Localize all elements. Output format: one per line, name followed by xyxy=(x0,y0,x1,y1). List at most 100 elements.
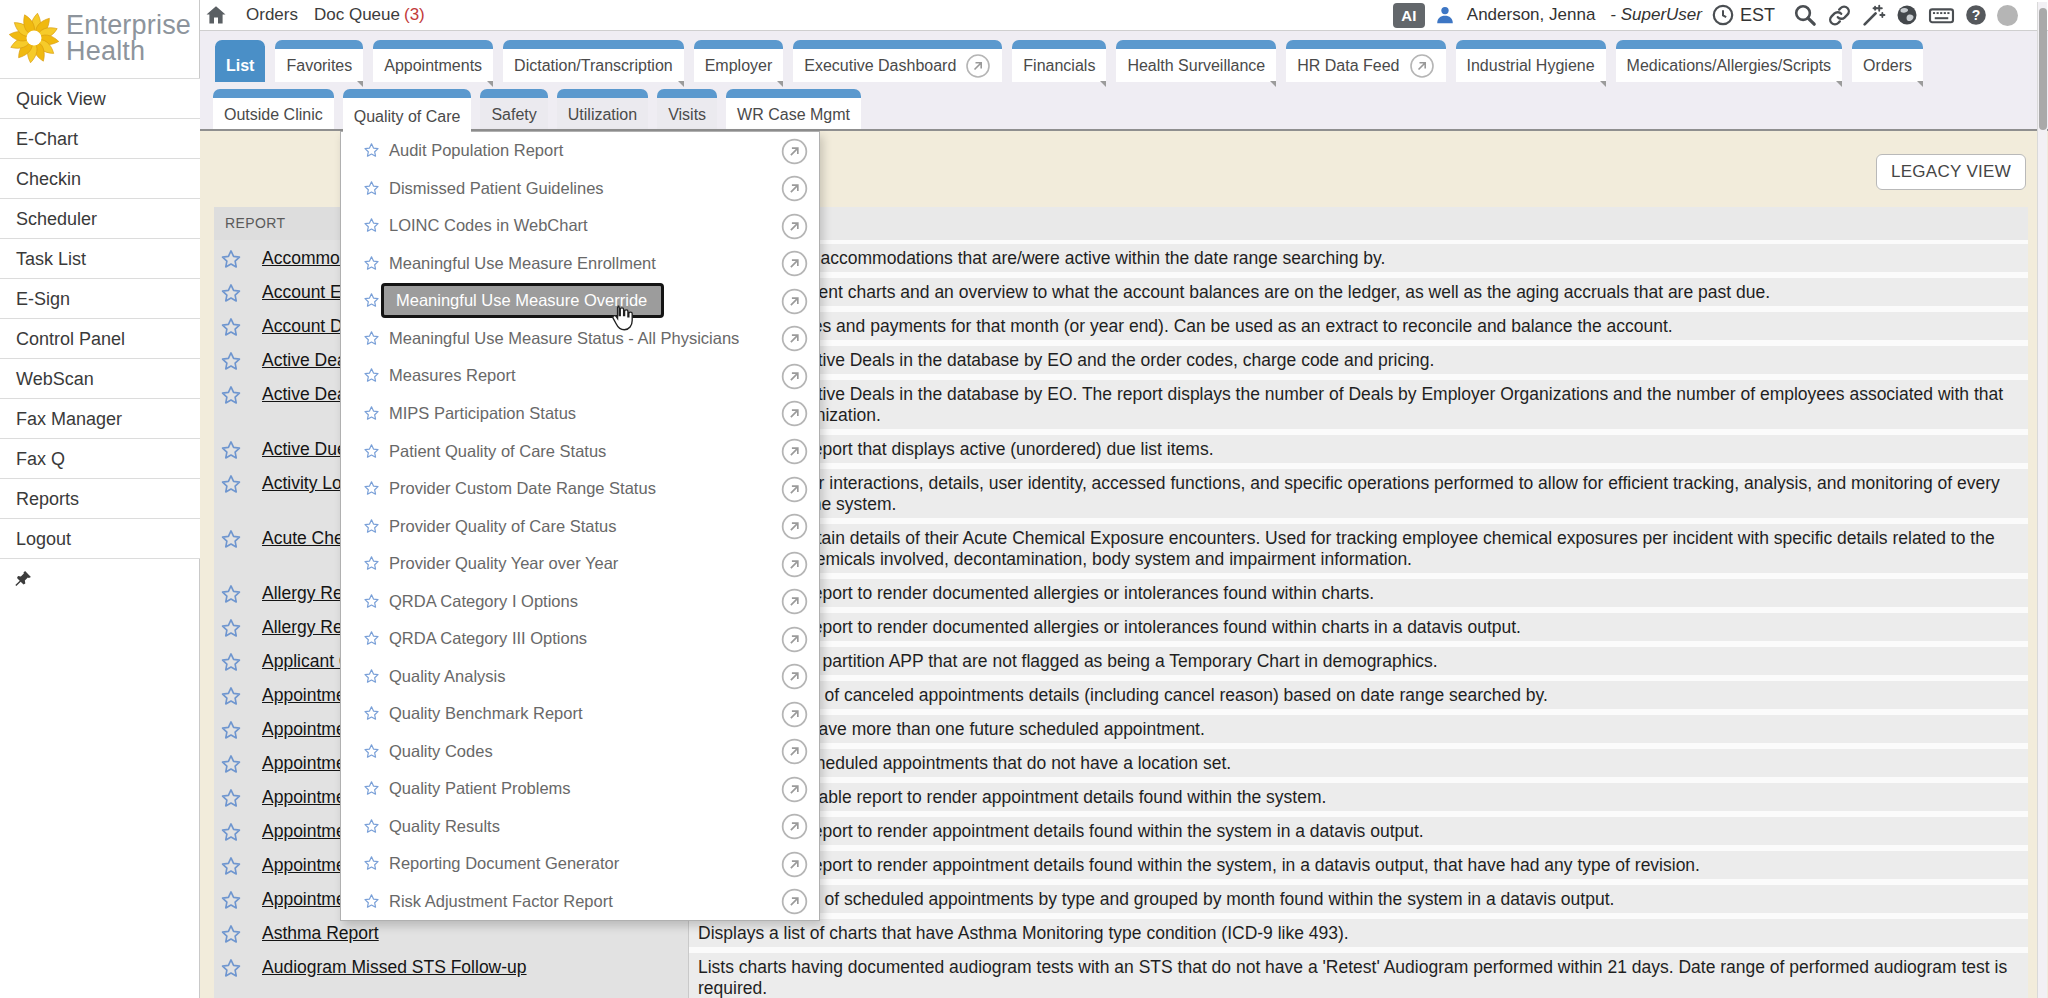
favorite-star-icon[interactable] xyxy=(220,752,242,777)
open-report-icon[interactable] xyxy=(781,363,808,394)
favorite-star-icon[interactable] xyxy=(220,247,242,272)
star-icon[interactable] xyxy=(363,367,380,384)
star-icon[interactable] xyxy=(363,217,380,234)
sidebar-item-webscan[interactable]: WebScan xyxy=(0,359,200,399)
favorite-star-icon[interactable] xyxy=(220,616,242,641)
sidebar-item-quick-view[interactable]: Quick View xyxy=(0,79,200,119)
report-link[interactable]: Asthma Report xyxy=(262,922,379,944)
menu-item-meaningful-use-measure-status-all-physicians[interactable]: Meaningful Use Measure Status - All Phys… xyxy=(341,320,819,358)
keyboard-icon[interactable] xyxy=(1928,2,1955,29)
open-report-icon[interactable] xyxy=(781,400,808,431)
tab-visits[interactable]: Visits xyxy=(657,89,717,131)
favorite-star-icon[interactable] xyxy=(220,956,242,981)
sidebar-pin-row[interactable] xyxy=(0,559,200,599)
sidebar-item-task-list[interactable]: Task List xyxy=(0,239,200,279)
menu-item-provider-custom-date-range-status[interactable]: Provider Custom Date Range Status xyxy=(341,470,819,508)
open-report-icon[interactable] xyxy=(781,701,808,732)
open-report-icon[interactable] xyxy=(781,663,808,694)
tab-safety[interactable]: Safety xyxy=(480,89,547,131)
favorite-star-icon[interactable] xyxy=(220,383,242,408)
tab-medications-allergies-scripts[interactable]: Medications/Allergies/Scripts xyxy=(1616,40,1843,82)
favorite-star-icon[interactable] xyxy=(220,527,242,552)
sidebar-item-fax-q[interactable]: Fax Q xyxy=(0,439,200,479)
open-report-icon[interactable] xyxy=(781,813,808,844)
menu-item-measures-report[interactable]: Measures Report xyxy=(341,357,819,395)
open-report-icon[interactable] xyxy=(781,288,808,319)
favorite-star-icon[interactable] xyxy=(220,650,242,675)
scrollbar-thumb[interactable] xyxy=(2039,8,2047,130)
tab-hr-data-feed[interactable]: HR Data Feed xyxy=(1286,40,1445,82)
globe-icon[interactable] xyxy=(1895,3,1919,27)
menu-item-quality-patient-problems[interactable]: Quality Patient Problems xyxy=(341,770,819,808)
sidebar-item-e-chart[interactable]: E-Chart xyxy=(0,119,200,159)
tab-orders[interactable]: Orders xyxy=(1852,40,1923,82)
star-icon[interactable] xyxy=(363,855,380,872)
menu-item-quality-analysis[interactable]: Quality Analysis xyxy=(341,657,819,695)
star-icon[interactable] xyxy=(363,630,380,647)
star-icon[interactable] xyxy=(363,818,380,835)
tab-wr-case-mgmt[interactable]: WR Case Mgmt xyxy=(726,89,861,131)
breadcrumb-orders[interactable]: Orders xyxy=(246,5,298,25)
favorite-star-icon[interactable] xyxy=(220,718,242,743)
menu-item-quality-codes[interactable]: Quality Codes xyxy=(341,733,819,771)
favorite-star-icon[interactable] xyxy=(220,472,242,497)
help-icon[interactable]: ? xyxy=(1964,3,1988,27)
favorite-star-icon[interactable] xyxy=(220,786,242,811)
scrollbar[interactable] xyxy=(2037,2,2047,998)
favorite-star-icon[interactable] xyxy=(220,820,242,845)
menu-item-quality-benchmark-report[interactable]: Quality Benchmark Report xyxy=(341,695,819,733)
open-report-icon[interactable] xyxy=(781,588,808,619)
star-icon[interactable] xyxy=(363,705,380,722)
tab-outside-clinic[interactable]: Outside Clinic xyxy=(213,89,334,131)
tab-appointments[interactable]: Appointments xyxy=(373,40,493,82)
report-link[interactable]: Activity Log xyxy=(262,472,351,494)
menu-item-loinc-codes-in-webchart[interactable]: LOINC Codes in WebChart xyxy=(341,207,819,245)
sidebar-item-checkin[interactable]: Checkin xyxy=(0,159,200,199)
sidebar-item-reports[interactable]: Reports xyxy=(0,479,200,519)
star-icon[interactable] xyxy=(363,593,380,610)
wand-icon[interactable] xyxy=(1861,3,1886,28)
sidebar-item-logout[interactable]: Logout xyxy=(0,519,200,559)
menu-item-dismissed-patient-guidelines[interactable]: Dismissed Patient Guidelines xyxy=(341,170,819,208)
star-icon[interactable] xyxy=(363,443,380,460)
presence-icon[interactable] xyxy=(1997,5,2018,26)
star-icon[interactable] xyxy=(363,518,380,535)
enterprise-health-logo[interactable]: Enterprise Health xyxy=(8,10,198,70)
favorite-star-icon[interactable] xyxy=(220,315,242,340)
open-report-icon[interactable] xyxy=(781,325,808,356)
star-icon[interactable] xyxy=(363,142,380,159)
menu-item-quality-results[interactable]: Quality Results xyxy=(341,808,819,846)
open-report-icon[interactable] xyxy=(781,138,808,169)
clock-icon[interactable] xyxy=(1711,3,1735,27)
open-report-icon[interactable] xyxy=(781,175,808,206)
favorite-star-icon[interactable] xyxy=(220,349,242,374)
sidebar-item-e-sign[interactable]: E-Sign xyxy=(0,279,200,319)
open-report-icon[interactable] xyxy=(781,438,808,469)
star-icon[interactable] xyxy=(363,743,380,760)
sidebar-item-fax-manager[interactable]: Fax Manager xyxy=(0,399,200,439)
tab-list[interactable]: List xyxy=(215,40,265,82)
favorite-star-icon[interactable] xyxy=(220,922,242,947)
menu-item-mips-participation-status[interactable]: MIPS Participation Status xyxy=(341,395,819,433)
tab-quality-of-care[interactable]: Quality of Care xyxy=(343,89,472,135)
star-icon[interactable] xyxy=(363,780,380,797)
star-icon[interactable] xyxy=(363,555,380,572)
launch-icon[interactable] xyxy=(1409,53,1435,79)
link-icon[interactable] xyxy=(1827,3,1852,28)
open-report-icon[interactable] xyxy=(781,888,808,919)
ai-badge[interactable]: AI xyxy=(1393,3,1425,28)
favorite-star-icon[interactable] xyxy=(220,888,242,913)
star-icon[interactable] xyxy=(363,292,380,309)
tab-executive-dashboard[interactable]: Executive Dashboard xyxy=(793,40,1002,82)
menu-item-qrda-category-iii-options[interactable]: QRDA Category III Options xyxy=(341,620,819,658)
menu-item-audit-population-report[interactable]: Audit Population Report xyxy=(341,132,819,170)
star-icon[interactable] xyxy=(363,255,380,272)
menu-item-patient-quality-of-care-status[interactable]: Patient Quality of Care Status xyxy=(341,432,819,470)
user-name[interactable]: Anderson, Jenna xyxy=(1467,5,1596,25)
favorite-star-icon[interactable] xyxy=(220,281,242,306)
star-icon[interactable] xyxy=(363,330,380,347)
open-report-icon[interactable] xyxy=(781,776,808,807)
tab-utilization[interactable]: Utilization xyxy=(557,89,648,131)
launch-icon[interactable] xyxy=(965,53,991,79)
tab-favorites[interactable]: Favorites xyxy=(275,40,363,82)
